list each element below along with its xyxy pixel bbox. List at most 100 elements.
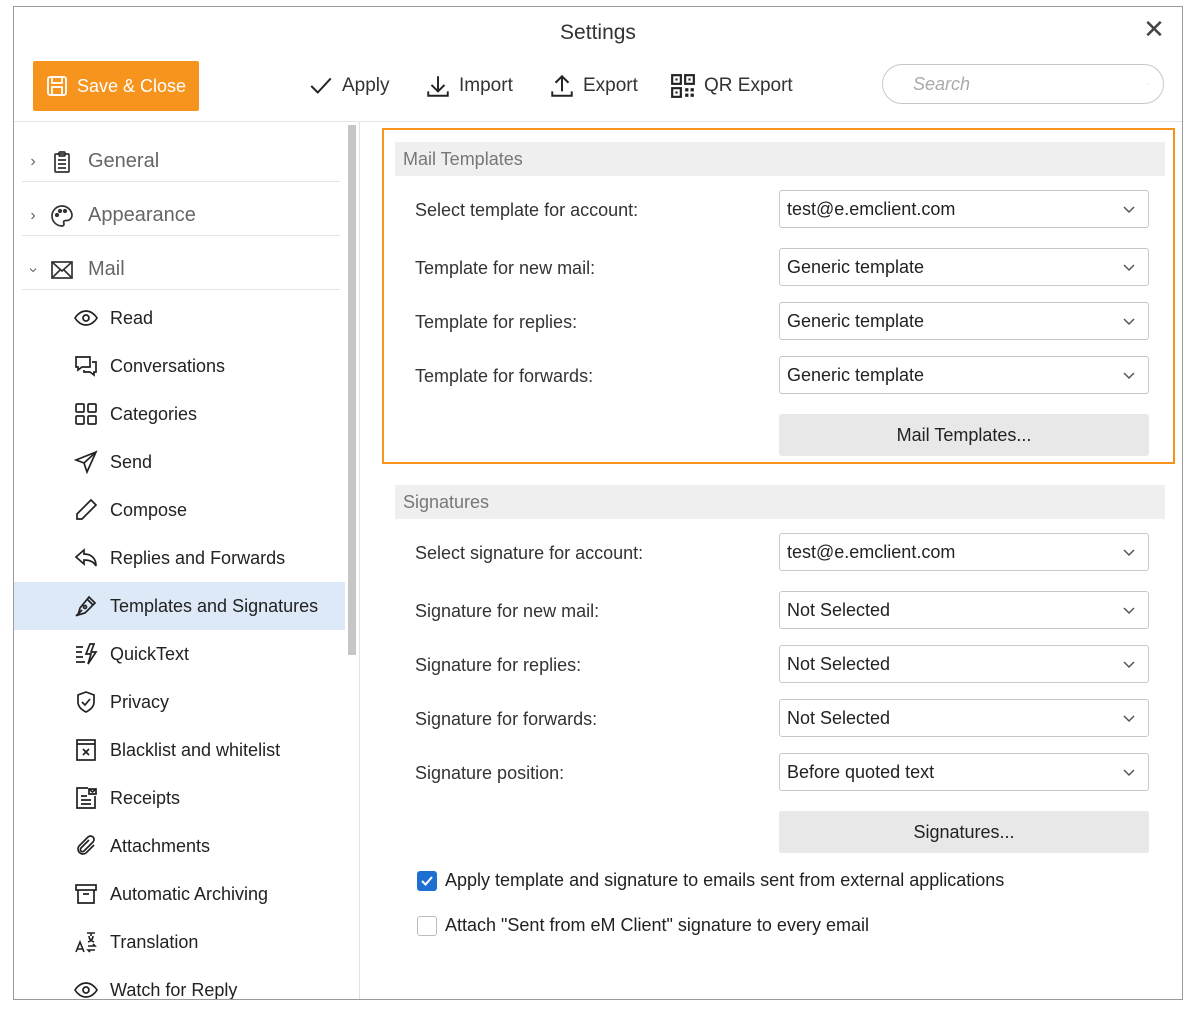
signature-position-label: Signature position: — [415, 763, 565, 783]
apply-external-option[interactable]: Apply template and signature to emails s… — [417, 870, 1004, 891]
sidebar-item-receipts[interactable]: Receipts — [14, 774, 345, 822]
close-icon[interactable]: ✕ — [1142, 16, 1166, 42]
sidebar-item-attachments[interactable]: Attachments — [14, 822, 345, 870]
sidebar-scrollbar[interactable] — [348, 125, 356, 655]
chevron-right-icon: › — [30, 152, 36, 170]
sent-from-label: Attach "Sent from eM Client" signature t… — [445, 915, 869, 935]
sidebar-section-label: Appearance — [88, 204, 196, 226]
sidebar-item-label: Translation — [110, 931, 199, 952]
reply-icon — [72, 544, 100, 572]
sidebar-item-label: Compose — [110, 499, 188, 520]
sidebar-item-archiving[interactable]: Automatic Archiving — [14, 870, 345, 918]
archive-icon — [72, 880, 100, 908]
signature-replies-select[interactable]: Not Selected — [779, 645, 1149, 683]
save-close-label: Save & Close — [77, 75, 187, 96]
save-close-button[interactable]: Save & Close — [33, 61, 199, 111]
shield-icon — [72, 688, 100, 716]
sidebar-item-blacklist[interactable]: Blacklist and whitelist — [14, 726, 345, 774]
envelope-icon — [48, 256, 76, 284]
sidebar-item-label: Receipts — [110, 787, 181, 808]
select-template-label: Select template for account: — [415, 200, 639, 220]
sidebar-item-translation[interactable]: Translation — [14, 918, 345, 966]
template-new-mail-select[interactable]: Generic template — [779, 248, 1149, 286]
template-replies-label: Template for replies: — [415, 312, 578, 332]
sent-from-checkbox[interactable] — [417, 915, 437, 936]
clipboard-icon — [48, 148, 76, 176]
sidebar-item-compose[interactable]: Compose — [14, 486, 345, 534]
chevron-down-icon — [1123, 715, 1135, 723]
template-account-select[interactable]: test@e.emclient.com — [779, 190, 1149, 228]
sidebar-section-appearance[interactable]: › Appearance — [22, 196, 340, 236]
template-new-mail-label: Template for new mail: — [415, 258, 596, 278]
select-value: Generic template — [787, 364, 925, 385]
chevron-down-icon: › — [25, 266, 42, 273]
sidebar-item-quicktext[interactable]: QuickText — [14, 630, 345, 678]
chevron-down-icon — [1123, 264, 1135, 272]
sidebar-item-label: Attachments — [110, 835, 211, 856]
signatures-button[interactable]: Signatures... — [779, 811, 1149, 853]
sidebar-item-label: Send — [110, 451, 153, 472]
sidebar-item-label: Watch for Reply — [110, 979, 238, 1000]
upload-icon — [551, 74, 573, 97]
export-button[interactable]: Export — [549, 71, 638, 101]
sidebar-section-mail[interactable]: › Mail — [22, 250, 340, 290]
sidebar-item-watch-reply[interactable]: Watch for Reply — [14, 966, 345, 999]
quicktext-icon — [72, 640, 100, 668]
chevron-down-icon — [1123, 769, 1135, 777]
search-box[interactable] — [882, 64, 1164, 104]
apply-external-label: Apply template and signature to emails s… — [445, 870, 1005, 890]
sidebar-item-label: Categories — [110, 403, 198, 424]
sidebar-item-label: Replies and Forwards — [110, 547, 286, 568]
settings-window: Settings ✕ Save & Close Apply Import Exp… — [13, 6, 1183, 1000]
search-input[interactable] — [913, 73, 1147, 95]
signature-replies-label: Signature for replies: — [415, 655, 582, 675]
sidebar-item-label: Automatic Archiving — [110, 883, 269, 904]
select-value: Generic template — [787, 310, 925, 331]
sent-from-option[interactable]: Attach "Sent from eM Client" signature t… — [417, 915, 869, 936]
signature-forwards-label: Signature for forwards: — [415, 709, 598, 729]
sidebar-item-conversations[interactable]: Conversations — [14, 342, 345, 390]
import-button[interactable]: Import — [425, 71, 513, 101]
chevron-down-icon — [1123, 661, 1135, 669]
eye-icon — [72, 976, 100, 999]
mail-templates-heading: Mail Templates — [395, 142, 1165, 176]
template-replies-select[interactable]: Generic template — [779, 302, 1149, 340]
paper-plane-icon — [72, 448, 100, 476]
search-icon[interactable] — [1147, 73, 1149, 95]
palette-icon — [48, 202, 76, 230]
qr-export-label: QR Export — [704, 75, 793, 96]
sidebar-item-label: Blacklist and whitelist — [110, 739, 281, 760]
mail-templates-button[interactable]: Mail Templates... — [779, 414, 1149, 456]
signature-new-mail-select[interactable]: Not Selected — [779, 591, 1149, 629]
pen-nib-icon — [72, 592, 100, 620]
signature-forwards-select[interactable]: Not Selected — [779, 699, 1149, 737]
chat-bubbles-icon — [72, 352, 100, 380]
sidebar-item-read[interactable]: Read — [14, 294, 345, 342]
signature-position-select[interactable]: Before quoted text — [779, 753, 1149, 791]
receipt-icon — [72, 784, 100, 812]
qr-export-button[interactable]: QR Export — [670, 71, 793, 101]
apply-button[interactable]: Apply — [308, 71, 390, 101]
sidebar-item-templates-signatures[interactable]: Templates and Signatures — [14, 582, 345, 630]
template-forwards-select[interactable]: Generic template — [779, 356, 1149, 394]
signature-account-select[interactable]: test@e.emclient.com — [779, 533, 1149, 571]
sidebar-item-label: Read — [110, 307, 154, 328]
eye-icon — [72, 304, 100, 332]
sidebar-item-categories[interactable]: Categories — [14, 390, 345, 438]
sidebar-item-send[interactable]: Send — [14, 438, 345, 486]
apply-external-checkbox[interactable] — [417, 870, 437, 891]
sidebar-item-privacy[interactable]: Privacy — [14, 678, 345, 726]
sidebar-item-replies-forwards[interactable]: Replies and Forwards — [14, 534, 345, 582]
chevron-down-icon — [1123, 318, 1135, 326]
template-forwards-label: Template for forwards: — [415, 366, 594, 386]
sidebar-section-label: Mail — [88, 258, 125, 280]
apply-label: Apply — [342, 75, 390, 96]
sidebar-item-label: Conversations — [110, 355, 226, 376]
settings-content: Mail Templates Select template for accou… — [360, 122, 1182, 999]
sidebar-section-general[interactable]: › General — [22, 142, 340, 182]
floppy-disk-icon — [47, 76, 67, 96]
settings-sidebar: › General › Appearance › Mail Read Conve… — [14, 122, 359, 999]
signature-new-mail-label: Signature for new mail: — [415, 601, 600, 621]
paperclip-icon — [72, 832, 100, 860]
select-value: Not Selected — [787, 707, 891, 728]
